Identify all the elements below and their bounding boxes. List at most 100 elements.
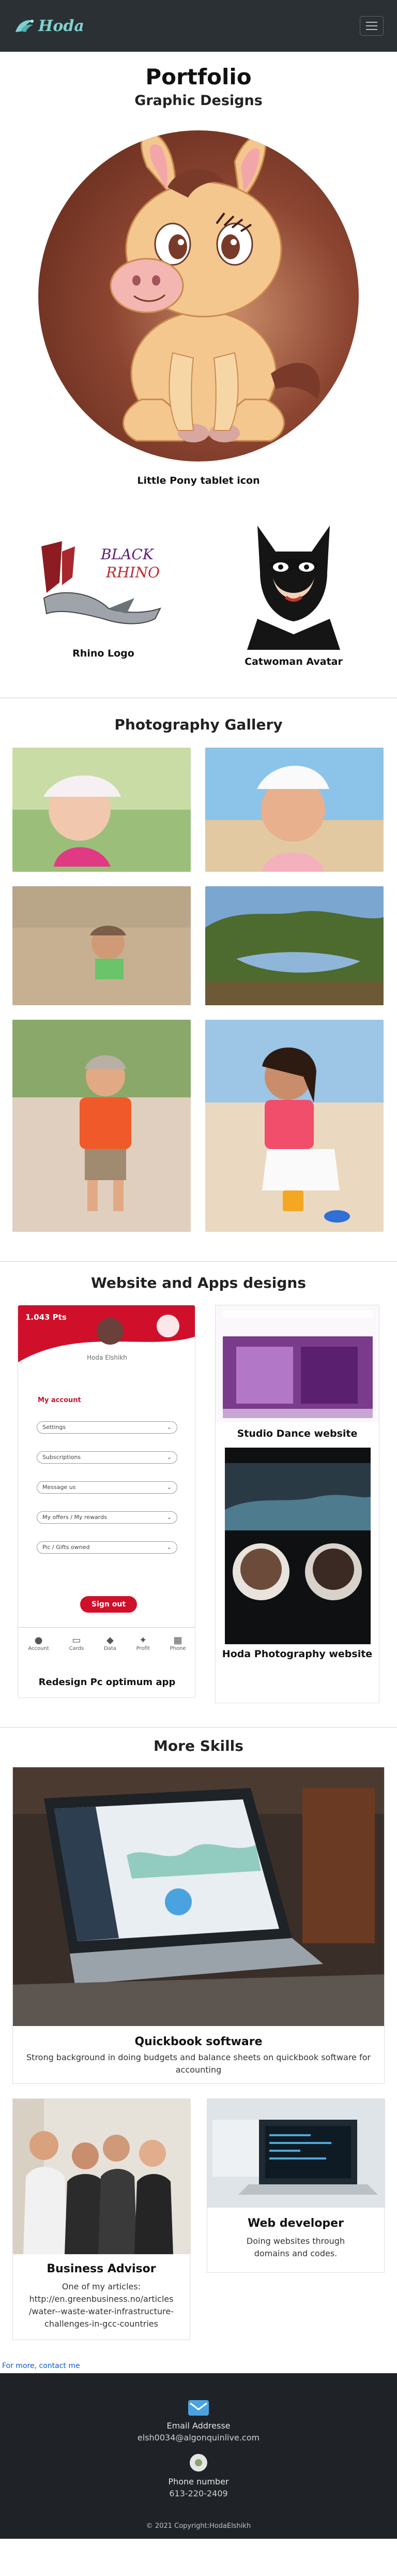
optimum-app-card: 1.043 Pts Hoda Elshikh My account Settin… <box>18 1305 195 1703</box>
rhino-logo-text-bottom: RHINO <box>105 564 160 581</box>
mail-icon <box>188 2400 209 2416</box>
peacock-logo-icon <box>16 20 34 32</box>
rhino-caption: Rhino Logo <box>72 648 134 659</box>
page-title: Portfolio <box>145 64 252 90</box>
tab-profit[interactable]: ✦ Profit <box>136 1635 150 1651</box>
optimum-app-screenshot[interactable]: 1.043 Pts Hoda Elshikh My account Settin… <box>18 1305 195 1698</box>
tab-label: Account <box>28 1645 49 1651</box>
footer-wrapper: For more, contact me Email Addresse elsh… <box>0 2359 397 2539</box>
websites-card: Studio Dance website Hoda Photography we… <box>215 1305 379 1703</box>
footer: Email Addresse elsh0034@algonquinlive.co… <box>0 2373 397 2539</box>
article-link[interactable]: http://en.greenbusiness.no/articles /wat… <box>13 2293 190 2340</box>
hamburger-icon-line <box>366 25 377 26</box>
chevron-down-icon: ⌄ <box>166 1484 172 1491</box>
skills-heading: More Skills <box>154 1737 243 1754</box>
app-field-settings[interactable]: Settings ⌄ <box>37 1421 177 1434</box>
app-field-message[interactable]: Message us ⌄ <box>37 1481 177 1494</box>
photography-site-screenshot[interactable] <box>225 1448 371 1644</box>
chevron-down-icon: ⌄ <box>166 1424 172 1431</box>
skill-card-business: Business Advisor One of my articles: htt… <box>12 2098 191 2340</box>
tab-label: Profit <box>136 1645 150 1651</box>
business-title: Business Advisor <box>47 2262 156 2275</box>
skill-card-webdev: Web developer Doing websites through dom… <box>207 2098 385 2273</box>
app-field-subscriptions[interactable]: Subscriptions ⌄ <box>37 1451 177 1464</box>
menu-toggle-button[interactable] <box>360 16 384 36</box>
tab-label: Data <box>103 1645 116 1651</box>
gallery-photo-girl-hat[interactable] <box>12 748 191 872</box>
gallery-photo-boy-cap[interactable] <box>12 1020 191 1232</box>
chevron-down-icon: ⌄ <box>166 1514 172 1521</box>
hamburger-icon <box>366 22 377 23</box>
app-field-label: Message us <box>42 1484 76 1491</box>
gear-icon: ✦ <box>139 1634 147 1646</box>
graphic-designs-heading: Graphic Designs <box>134 93 263 109</box>
brand-logo[interactable]: Hoda <box>13 17 84 35</box>
email-label: Email Addresse <box>166 2421 231 2431</box>
app-section-title: My account <box>38 1396 81 1404</box>
points-balance: 1.043 Pts <box>25 1313 67 1322</box>
quickbook-text: Strong background in doing budgets and b… <box>26 2052 371 2075</box>
tab-label: Phone <box>170 1645 186 1651</box>
skill-card-quickbook: Quickbook software Strong background in … <box>12 1767 385 2084</box>
copyright: © 2021 Copyright:HodaElshikh <box>146 2522 251 2530</box>
app-username: Hoda Elshikh <box>87 1354 127 1361</box>
tab-phone[interactable]: ▦ Phone <box>170 1635 186 1651</box>
optimum-app-caption: Redesign Pc optimum app <box>38 1677 176 1688</box>
gallery-heading: Photography Gallery <box>114 716 283 733</box>
divider <box>0 1261 397 1262</box>
signout-button[interactable]: Sign out <box>80 1596 137 1613</box>
rhino-logo-image: BLACK RHINO <box>41 541 161 624</box>
webdev-text: Doing websites through domains and codes… <box>246 2236 345 2258</box>
tag-icon: ◆ <box>106 1634 114 1646</box>
tab-data[interactable]: ◆ Data <box>104 1635 116 1651</box>
pony-caption: Little Pony tablet icon <box>137 475 260 486</box>
skills-row: Business Advisor One of my articles: htt… <box>0 2098 397 2340</box>
web-apps-heading: Website and Apps designs <box>90 1274 307 1291</box>
divider <box>0 1727 397 1728</box>
photo-gallery <box>0 748 397 1232</box>
app-tab-bar: ● Account ▭ Cards ◆ Data ✦ Profit ▦ Phone <box>18 1627 195 1658</box>
little-pony-image <box>38 130 359 461</box>
gallery-photo-boy-sand[interactable] <box>12 886 191 1005</box>
gallery-photo-girl-beach[interactable] <box>205 748 384 872</box>
webdev-title: Web developer <box>248 2217 344 2230</box>
navbar: Hoda <box>0 0 397 52</box>
app-field-label: Settings <box>42 1424 66 1431</box>
tab-label: Cards <box>69 1645 84 1651</box>
hamburger-icon-line <box>366 29 377 30</box>
app-field-list: Settings ⌄ Subscriptions ⌄ Message us ⌄ My … <box>37 1421 177 1554</box>
tab-cards[interactable]: ▭ Cards <box>69 1635 84 1651</box>
phone-label: Phone number <box>168 2477 229 2486</box>
gallery-photo-girl-bucket[interactable] <box>205 1020 384 1232</box>
catwoman-caption: Catwoman Avatar <box>245 656 343 667</box>
graphic-designs-row: BLACK RHINO Rhino Logo Catwoman Avatar <box>0 526 397 667</box>
app-field-label: Subscriptions <box>42 1454 81 1461</box>
chevron-down-icon: ⌄ <box>166 1454 172 1461</box>
studio-dance-screenshot[interactable] <box>216 1305 379 1422</box>
catwoman-avatar-image <box>247 526 340 650</box>
business-text: One of my articles: <box>62 2282 141 2291</box>
photo-site-caption: Hoda Photography website <box>222 1648 373 1660</box>
laptop-dashboard-image <box>13 1767 384 2026</box>
studio-dance-caption: Studio Dance website <box>237 1428 358 1439</box>
app-field-label: Pic / Gifts owned <box>42 1544 90 1551</box>
rhino-logo-card: BLACK RHINO Rhino Logo <box>31 536 176 667</box>
app-field-label: My offers / My rewards <box>42 1514 107 1521</box>
app-field-offers[interactable]: My offers / My rewards ⌄ <box>37 1511 177 1524</box>
email-value[interactable]: elsh0034@algonquinlive.com <box>0 2433 397 2443</box>
catwoman-card: Catwoman Avatar <box>221 526 366 667</box>
gallery-photo-lake[interactable] <box>205 886 384 1005</box>
phone-value[interactable]: 613-220-2409 <box>0 2489 397 2498</box>
user-icon: ● <box>34 1634 43 1646</box>
web-apps-row: 1.043 Pts Hoda Elshikh My account Settin… <box>0 1305 397 1703</box>
app-field-gifts[interactable]: Pic / Gifts owned ⌄ <box>37 1541 177 1554</box>
rhino-logo-text-top: BLACK <box>100 546 155 563</box>
webdev-laptop-image <box>207 2099 385 2208</box>
business-team-image <box>13 2099 191 2254</box>
phone-icon <box>190 2454 207 2471</box>
quickbook-title: Quickbook software <box>134 2035 263 2048</box>
chevron-down-icon: ⌄ <box>166 1544 172 1551</box>
tab-account[interactable]: ● Account <box>28 1635 49 1651</box>
contact-link[interactable]: For more, contact me <box>0 2359 82 2373</box>
grid-icon: ▦ <box>173 1634 182 1646</box>
